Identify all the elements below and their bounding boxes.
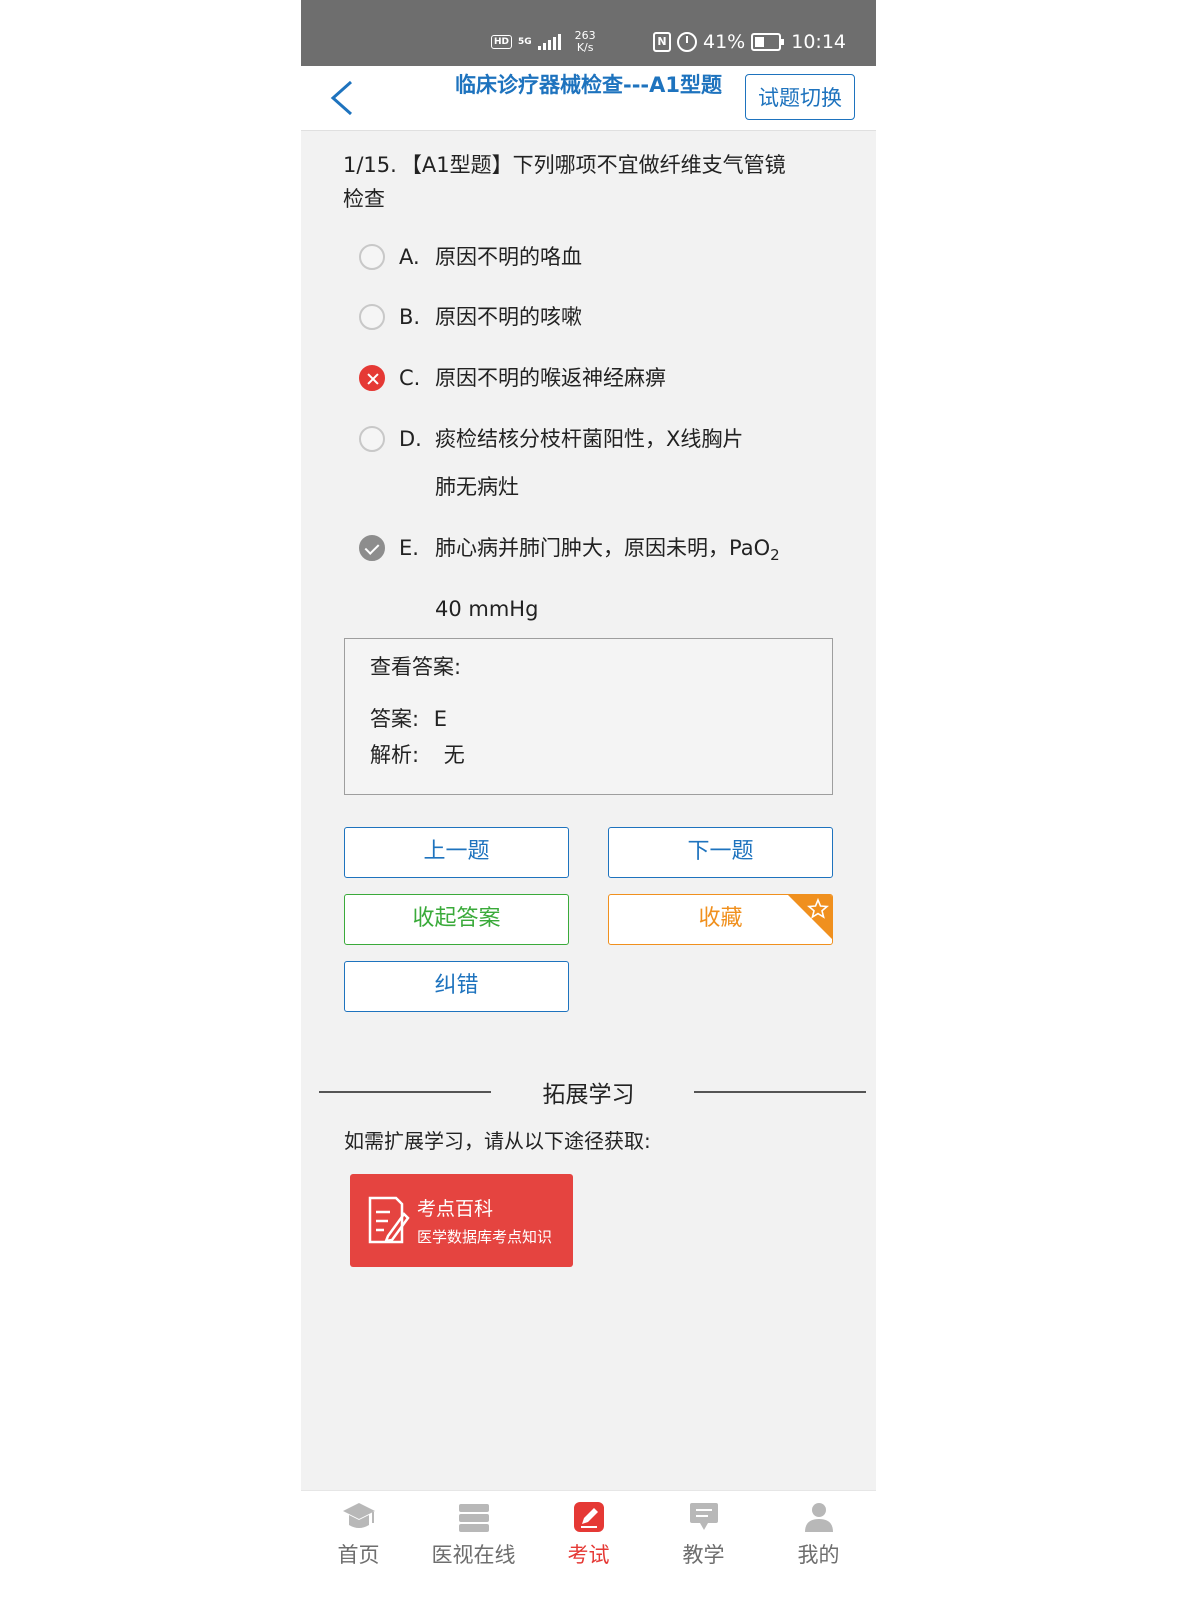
user-icon [805, 1503, 833, 1532]
status-left: HD 5G 263 K/s [491, 30, 596, 54]
option-text: 痰检结核分枝杆菌阳性，X线胸片肺无病灶 [435, 427, 744, 499]
tab-label: 医视在线 [431, 1543, 516, 1567]
tab-home[interactable]: 首页 [301, 1491, 416, 1599]
tab-teaching[interactable]: 教学 [646, 1491, 761, 1599]
radio-icon[interactable] [359, 426, 385, 452]
alarm-icon [677, 32, 697, 52]
answer-panel: 查看答案: 答案: E 解析: 无 [344, 638, 833, 795]
status-bar: HD 5G 263 K/s N 41% 10:14 [301, 0, 876, 66]
tab-label: 考试 [567, 1543, 610, 1567]
option-b[interactable]: B. 原因不明的咳嗽 [359, 300, 839, 334]
tab-label: 教学 [682, 1543, 725, 1567]
option-letter: B. [399, 305, 421, 329]
speed-unit: K/s [576, 41, 594, 54]
tab-label: 我的 [797, 1543, 840, 1567]
teaching-board-icon [690, 1503, 718, 1530]
extended-study-desc: 如需扩展学习，请从以下途径获取: [344, 1129, 651, 1153]
check-mark-icon[interactable] [359, 535, 385, 561]
question-number: 1/15. [343, 153, 397, 177]
tab-exam[interactable]: 考试 [531, 1491, 646, 1599]
question-stem: 1/15. 【A1型题】下列哪项不宜做纤维支气管镜检查 [343, 148, 803, 216]
star-icon [788, 895, 832, 939]
report-error-button[interactable]: 纠错 [344, 961, 569, 1012]
exam-pen-icon [574, 1502, 604, 1532]
next-question-button[interactable]: 下一题 [608, 827, 833, 878]
signal-icon [537, 34, 561, 50]
favorite-label: 收藏 [698, 906, 743, 931]
network-label: 5G [518, 37, 532, 47]
option-letter: C. [399, 366, 421, 390]
option-letter: E. [399, 536, 419, 560]
answer-row: 答案: E [370, 703, 447, 733]
tab-label: 首页 [337, 1543, 380, 1567]
tab-video-online[interactable]: 医视在线 [416, 1491, 531, 1599]
knowledge-card-subtitle: 医学数据库考点知识 [417, 1228, 553, 1246]
document-edit-icon [368, 1196, 410, 1244]
tab-mine[interactable]: 我的 [761, 1491, 876, 1599]
explanation-value: 无 [443, 743, 465, 767]
answer-panel-title: 查看答案: [370, 655, 462, 679]
wrong-mark-icon[interactable] [359, 365, 385, 391]
graduation-cap-icon [343, 1503, 375, 1528]
switch-question-button[interactable]: 试题切换 [745, 74, 855, 120]
nfc-icon: N [653, 32, 671, 52]
stack-icon [459, 1504, 489, 1532]
battery-icon [751, 33, 785, 51]
favorite-button[interactable]: 收藏 [608, 894, 833, 945]
explanation-row: 解析: 无 [370, 739, 465, 769]
phone-screen: HD 5G 263 K/s N 41% 10:14 临床诊疗器械检查---A1型… [301, 0, 876, 1599]
option-text-subscript: 2 [770, 546, 780, 565]
answer-label: 答案: [370, 707, 420, 731]
answer-value: E [433, 707, 448, 731]
knowledge-point-card[interactable]: 考点百科 医学数据库考点知识 [350, 1174, 573, 1267]
extended-study-title: 拓展学习 [542, 1082, 635, 1108]
explanation-label: 解析: [370, 743, 420, 767]
option-letter: D. [399, 427, 422, 451]
option-text: 原因不明的喉返神经麻痹 [435, 366, 666, 390]
knowledge-card-title: 考点百科 [417, 1198, 494, 1220]
option-text: 肺心病并肺门肿大，原因未明，PaO2 40 mmHg [435, 531, 780, 626]
nav-header: 临床诊疗器械检查---A1型题 试题切换 [301, 66, 876, 131]
option-text: 原因不明的咳嗽 [435, 305, 582, 329]
page-title: 临床诊疗器械检查---A1型题 [454, 73, 722, 97]
option-a[interactable]: A. 原因不明的咯血 [359, 240, 839, 274]
option-text: 原因不明的咯血 [435, 245, 582, 269]
option-letter: A. [399, 245, 420, 269]
status-right: N 41% 10:14 [653, 31, 846, 53]
battery-percent: 41% [703, 31, 746, 53]
network-speed: 263 K/s [575, 30, 596, 54]
clock: 10:14 [791, 31, 846, 53]
prev-question-button[interactable]: 上一题 [344, 827, 569, 878]
radio-icon[interactable] [359, 244, 385, 270]
radio-icon[interactable] [359, 304, 385, 330]
hd-badge: HD [491, 35, 513, 49]
option-text-tail: 40 mmHg [435, 597, 539, 622]
option-e[interactable]: E. 肺心病并肺门肿大，原因未明，PaO2 40 mmHg [359, 531, 799, 626]
option-d[interactable]: D. 痰检结核分枝杆菌阳性，X线胸片肺无病灶 [359, 422, 759, 511]
option-text-main: 肺心病并肺门肿大，原因未明，PaO [435, 536, 771, 560]
question-text: 【A1型题】下列哪项不宜做纤维支气管镜检查 [343, 153, 786, 211]
bottom-tab-bar: 首页 医视在线 考试 教学 我的 [301, 1490, 876, 1599]
back-arrow-icon[interactable] [323, 74, 363, 122]
hide-answer-button[interactable]: 收起答案 [344, 894, 569, 945]
option-c[interactable]: C. 原因不明的喉返神经麻痹 [359, 361, 839, 395]
